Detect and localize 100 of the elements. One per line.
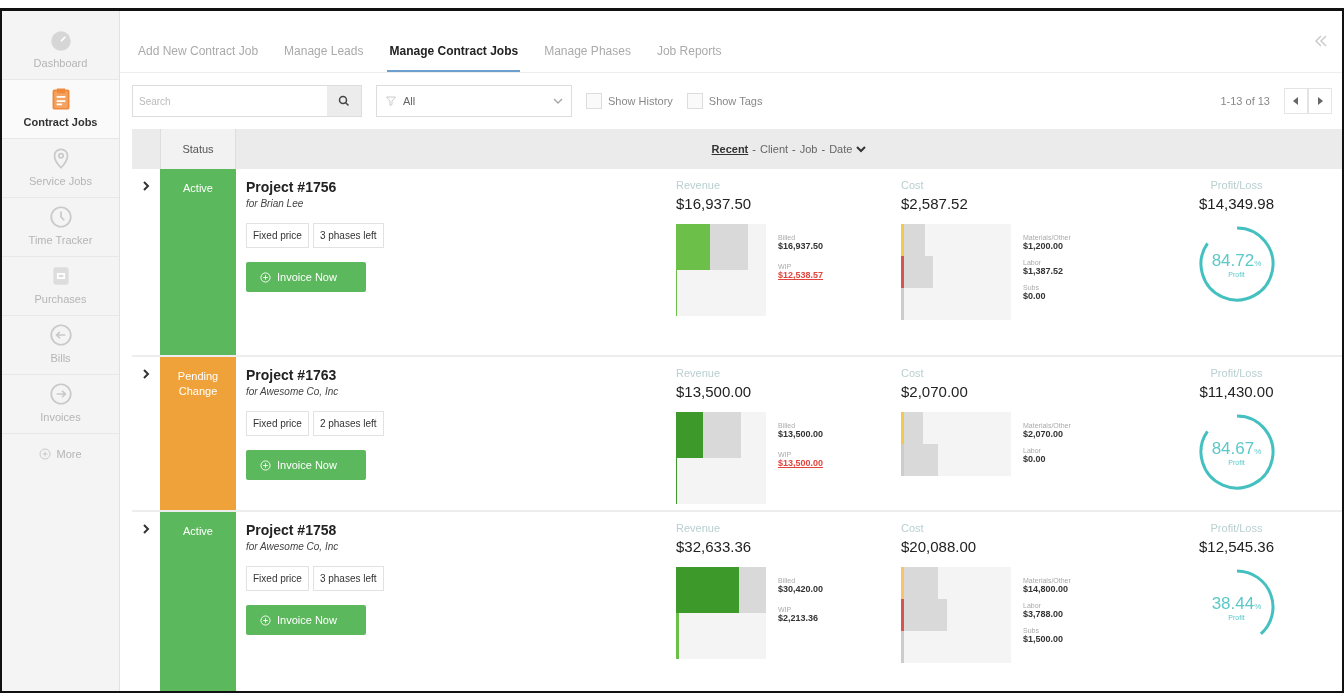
arrow-left-circle-icon [47,322,74,348]
tag: 3 phases left [312,223,384,248]
checkbox[interactable] [586,93,602,109]
tag: 3 phases left [312,566,384,591]
funnel-icon [385,95,397,107]
legend-amount: $13,500.00 [778,458,824,468]
client-name: for Brian Lee [246,198,305,209]
profit-percent: 38.44 [1211,593,1255,613]
legend-amount: $2,213.36 [778,613,820,623]
plus-circle-icon [260,614,271,626]
profit-label: Profit/Loss [1210,179,1263,191]
cost-amount: $20,088.00 [901,538,978,555]
legend-amount: $1,387.52 [1023,266,1065,276]
percent-sign: % [1254,601,1262,611]
chevron-down-icon [553,97,563,105]
checkbox-label: Show History [608,95,673,107]
pager-text: 1-13 of 13 [1220,95,1270,107]
invoice-now-button[interactable]: Invoice Now [246,450,366,480]
invoice-now-button[interactable]: Invoice Now [246,262,366,292]
next-page-button[interactable] [1308,88,1332,114]
chevron-down-icon [856,145,867,153]
cost-label: Cost [901,367,925,379]
legend-amount: $1,500.00 [1023,634,1065,644]
legend-amount: $13,500.00 [778,429,824,439]
sidebar-item[interactable]: Bills [2,316,119,375]
client-name: for Awesome Co, Inc [246,541,340,552]
tag: Fixed price [246,223,309,248]
percent-sign: % [1254,258,1262,268]
checkbox-label: Show Tags [708,95,763,107]
project-title: Project #1763 [246,367,338,383]
tab[interactable]: Add New Contract Job [136,44,261,72]
sidebar-item[interactable]: Contract Jobs [2,80,119,139]
sort-option[interactable]: Job [799,143,818,155]
expand-chevron-icon[interactable] [142,181,150,191]
previous-page-button[interactable] [1284,88,1308,114]
status-header: Status [160,129,236,169]
revenue-amount: $32,633.36 [676,538,753,555]
project-title: Project #1756 [246,179,338,195]
clock-icon [47,204,74,230]
tab[interactable]: Manage Contract Jobs [387,44,521,72]
status-label: Pending Change [160,357,236,510]
legend-amount: $30,420.00 [778,584,824,594]
search-button[interactable] [327,86,361,116]
sidebar-item[interactable]: Time Tracker [2,198,119,257]
profit-amount: $12,545.36 [1198,538,1275,555]
profit-amount: $11,430.00 [1199,383,1274,400]
expand-chevron-icon[interactable] [142,524,150,534]
separator-text: - [792,143,796,155]
checkbox[interactable] [686,93,703,109]
legend-amount: $12,538.57 [778,270,824,280]
separator-text: - [821,143,826,155]
revenue-label: Revenue [676,522,722,534]
cost-amount: $2,070.00 [901,383,969,400]
profit-label: Profit/Loss [1210,367,1263,379]
project-title: Project #1758 [246,522,338,538]
legend-amount: $3,788.00 [1023,609,1065,619]
separator-text: - [752,143,756,155]
cost-label: Cost [901,522,925,534]
sort-option[interactable]: Date [829,143,853,155]
filter-dropdown[interactable]: All [376,85,572,117]
expand-chevron-icon[interactable] [142,369,150,379]
tag: 2 phases left [312,411,384,436]
legend-amount: $1,200.00 [1023,241,1065,251]
plus-circle-icon [260,459,271,471]
revenue-label: Revenue [676,179,722,191]
legend-amount: $0.00 [1023,291,1047,301]
profit-label: Profit/Loss [1210,522,1263,534]
more-button[interactable]: More [39,434,82,474]
sidebar-item[interactable]: Invoices [2,375,119,434]
tab[interactable]: Manage Leads [282,44,366,72]
profit-amount: $14,349.98 [1198,195,1275,212]
legend-amount: $0.00 [1023,454,1047,464]
tag: Fixed price [246,566,309,591]
triangle-right-icon [1317,97,1323,105]
tab[interactable]: Job Reports [654,44,724,72]
invoice-now-button[interactable]: Invoice Now [246,605,366,635]
cost-label: Cost [901,179,925,191]
legend-amount: $2,070.00 [1023,429,1065,439]
revenue-amount: $13,500.00 [676,383,753,400]
revenue-amount: $16,937.50 [676,195,753,212]
tab[interactable]: Manage Phases [542,44,633,72]
profit-percent: 84.67 [1211,438,1255,458]
plus-circle-icon [260,271,271,283]
arrow-right-circle-icon [47,381,74,407]
sort-option[interactable]: Recent [711,143,749,155]
search-field[interactable]: Search [132,85,362,117]
search-icon [338,95,350,107]
client-name: for Awesome Co, Inc [246,386,340,397]
triangle-left-icon [1293,97,1299,105]
sort-option[interactable]: Client [759,143,789,155]
legend-amount: $14,800.00 [1023,584,1070,594]
plus-circle-icon [39,448,52,460]
sidebar-item[interactable]: Purchases [2,257,119,316]
cost-amount: $2,587.52 [901,195,969,212]
revenue-label: Revenue [676,367,722,379]
sidebar-item[interactable]: Service Jobs [2,139,119,198]
status-label: Active [160,512,236,691]
legend-amount: $16,937.50 [778,241,824,251]
profit-percent: 84.72 [1211,250,1255,270]
percent-sign: % [1254,446,1262,456]
